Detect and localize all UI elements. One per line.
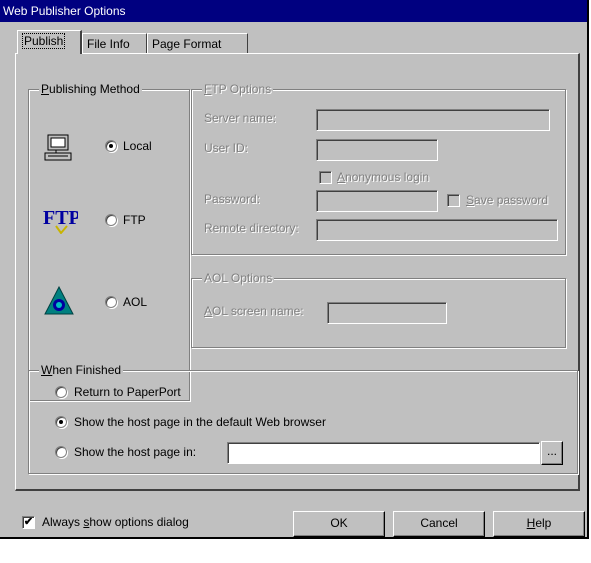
server-name-label: Server name: — [204, 111, 277, 125]
user-id-label: User ID: — [204, 141, 249, 155]
show-host-page-in-radio[interactable] — [55, 446, 67, 458]
tab-publish[interactable]: Publish — [17, 30, 82, 54]
ok-button[interactable]: OK — [293, 511, 385, 537]
anonymous-login-label: Anonymous login — [337, 170, 430, 184]
default-browser-radio-dot — [59, 420, 63, 424]
always-show-options-label: Always show options dialog — [42, 515, 189, 529]
return-to-paperport-radio[interactable] — [55, 386, 67, 398]
server-name-field[interactable] — [316, 109, 550, 131]
default-browser-radio[interactable] — [55, 416, 67, 428]
tab-file-info[interactable]: File Info — [82, 33, 147, 53]
aol-options-legend: AOL Options — [202, 271, 275, 285]
tab-file-info-label: File Info — [87, 37, 130, 51]
tab-publish-label: Publish — [22, 33, 66, 49]
save-password-label: Save password — [466, 193, 549, 207]
ftp-options-legend: FTP Options — [202, 82, 274, 96]
publishing-method-legend: Publishing Method — [39, 82, 142, 96]
save-password-checkbox[interactable] — [447, 194, 460, 207]
tab-page-format-label: Page Format — [152, 37, 222, 51]
browse-button[interactable]: ... — [541, 441, 563, 465]
host-page-path-field[interactable] — [227, 442, 540, 464]
computer-icon — [44, 134, 72, 161]
remote-directory-field[interactable] — [316, 219, 558, 241]
default-browser-label: Show the host page in the default Web br… — [74, 415, 326, 429]
tab-page-format[interactable]: Page Format — [147, 33, 248, 53]
publish-panel: Publishing Method Local FTP FTP AOL FTP … — [15, 53, 580, 491]
ftp-icon: FTP — [43, 207, 78, 234]
always-show-check-mark: ✔ — [23, 516, 34, 528]
return-to-paperport-label: Return to PaperPort — [74, 385, 181, 399]
anonymous-login-checkbox[interactable] — [319, 171, 332, 184]
aol-screen-name-label: AOL screen name: — [204, 304, 304, 318]
password-label: Password: — [204, 192, 261, 206]
ftp-label: FTP — [123, 213, 146, 227]
password-field[interactable] — [316, 190, 438, 212]
local-label: Local — [123, 139, 152, 153]
when-finished-legend: When Finished — [39, 363, 124, 377]
aol-icon — [44, 286, 74, 315]
aol-radio[interactable] — [105, 296, 117, 308]
help-button[interactable]: Help — [493, 511, 585, 537]
window-title: Web Publisher Options — [0, 0, 587, 22]
local-radio[interactable] — [105, 140, 117, 152]
user-id-field[interactable] — [316, 139, 438, 161]
local-radio-dot — [109, 144, 113, 148]
aol-screen-name-field[interactable] — [327, 302, 447, 324]
remote-directory-label: Remote directory: — [204, 221, 299, 235]
show-host-page-in-label: Show the host page in: — [74, 445, 197, 459]
ftp-radio[interactable] — [105, 214, 117, 226]
cancel-button[interactable]: Cancel — [393, 511, 485, 537]
web-publisher-options-dialog: Web Publisher Options Publish File Info … — [0, 0, 589, 539]
svg-text:FTP: FTP — [43, 207, 78, 229]
aol-label: AOL — [123, 295, 148, 309]
always-show-options-checkbox[interactable]: ✔ — [22, 516, 35, 529]
